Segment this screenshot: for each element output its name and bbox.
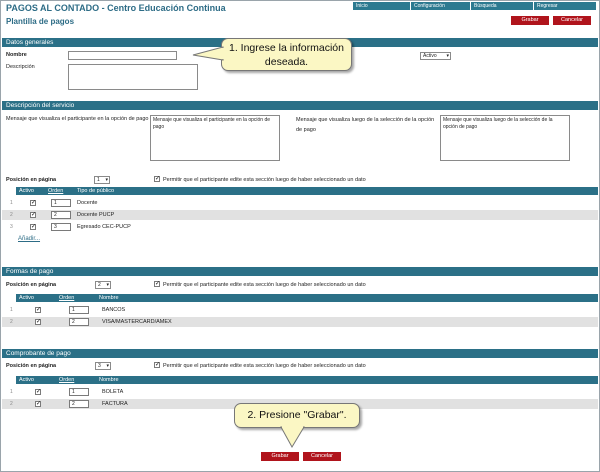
chevron-down-icon: ▾ xyxy=(106,363,109,369)
chevron-down-icon: ▾ xyxy=(105,177,108,183)
name-label: Nombre xyxy=(6,52,27,58)
save-button-top[interactable]: Grabar xyxy=(511,16,549,25)
section-receipt-header: Comprobante de pago xyxy=(2,349,598,358)
row-active-checkbox[interactable]: ✓ xyxy=(35,401,41,407)
table-row: 2 ✓ 2 VISA/MASTERCARD/AMEX xyxy=(2,317,598,327)
nav-inicio[interactable]: Inicio xyxy=(353,2,410,10)
col-name: Nombre xyxy=(99,377,119,383)
msg-after-textarea[interactable]: Mensaje que visualiza luego de la selecc… xyxy=(440,115,570,161)
row-label: BANCOS xyxy=(102,307,126,313)
row-active-checkbox[interactable]: ✓ xyxy=(35,307,41,313)
row-active-checkbox[interactable]: ✓ xyxy=(35,389,41,395)
save-button-bottom[interactable]: Grabar xyxy=(261,452,299,461)
row-order-input[interactable]: 1 xyxy=(69,388,89,396)
callout-step-1-line2: deseada. xyxy=(264,56,309,68)
col-order[interactable]: Orden xyxy=(48,187,63,195)
receipt-position-label: Posición en página xyxy=(6,363,57,369)
col-active: Activo xyxy=(19,295,34,301)
col-active: Activo xyxy=(19,377,34,383)
row-order-input[interactable]: 3 xyxy=(51,223,71,231)
row-label: Docente PUCP xyxy=(77,212,115,218)
col-order[interactable]: Orden xyxy=(59,376,74,384)
row-number: 1 xyxy=(10,200,13,206)
payment-allow-edit-label: Permitir que el participante edite esta … xyxy=(163,282,366,288)
row-label: FACTURA xyxy=(102,401,128,407)
service-allow-edit-label: Permitir que el participante edite esta … xyxy=(163,177,366,183)
row-number: 3 xyxy=(10,224,13,230)
cancel-button-top[interactable]: Cancelar xyxy=(553,16,591,25)
msg-after-label: Mensaje que visualiza luego de la selecc… xyxy=(296,117,435,133)
row-label: Egresado CEC-PUCP xyxy=(77,224,131,230)
row-label: BOLETA xyxy=(102,389,124,395)
callout-step-1: 1. Ingrese la información deseada. xyxy=(221,38,352,71)
row-order-input[interactable]: 1 xyxy=(69,306,89,314)
row-active-checkbox[interactable]: ✓ xyxy=(30,224,36,230)
table-row: 1 ✓ 1 BANCOS xyxy=(2,305,598,315)
callout-step-2-pointer xyxy=(280,426,305,448)
payment-position-value: 2 xyxy=(98,282,101,288)
row-active-checkbox[interactable]: ✓ xyxy=(30,212,36,218)
table-row: 1 ✓ 1 BOLETA xyxy=(2,387,598,397)
row-number: 1 xyxy=(10,307,13,313)
msg-payment-label: Mensaje que visualiza el participante en… xyxy=(6,116,149,122)
payment-position-select[interactable]: 2 ▾ xyxy=(95,281,111,289)
row-order-input[interactable]: 1 xyxy=(51,199,71,207)
receipt-allow-edit-label: Permitir que el participante edite esta … xyxy=(163,363,366,369)
cancel-button-bottom[interactable]: Cancelar xyxy=(303,452,341,461)
service-allow-edit-checkbox[interactable]: ✓ xyxy=(154,176,160,182)
name-input[interactable] xyxy=(68,51,177,60)
receipt-position-value: 3 xyxy=(98,363,101,369)
table-row: 2 ✓ 2 Docente PUCP xyxy=(2,210,598,220)
row-active-checkbox[interactable]: ✓ xyxy=(30,200,36,206)
receipt-position-select[interactable]: 3 ▾ xyxy=(95,362,111,370)
chevron-down-icon: ▾ xyxy=(446,53,449,59)
row-number: 2 xyxy=(10,212,13,218)
nav-busqueda[interactable]: Búsqueda xyxy=(471,2,533,10)
col-name: Nombre xyxy=(99,295,119,301)
msg-payment-textarea[interactable]: Mensaje que visualiza el participante en… xyxy=(150,115,280,161)
callout-step-1-line1: 1. Ingrese la información xyxy=(229,42,344,54)
table-row: 1 ✓ 1 Docente xyxy=(2,198,598,208)
row-number: 2 xyxy=(10,401,13,407)
callout-step-2: 2. Presione "Grabar". xyxy=(234,403,360,428)
chevron-down-icon: ▾ xyxy=(106,282,109,288)
row-number: 1 xyxy=(10,389,13,395)
payment-allow-edit-checkbox[interactable]: ✓ xyxy=(154,281,160,287)
service-table-header: Activo Orden Tipo de público xyxy=(16,187,598,195)
col-type: Tipo de público xyxy=(77,188,115,194)
col-active: Activo xyxy=(19,188,34,194)
status-select-value: Activo xyxy=(423,53,437,59)
service-position-select[interactable]: 1 ▾ xyxy=(94,176,110,184)
row-active-checkbox[interactable]: ✓ xyxy=(35,319,41,325)
table-row: 3 ✓ 3 Egresado CEC-PUCP xyxy=(2,222,598,232)
nav-regresar[interactable]: Regresar xyxy=(534,2,596,10)
row-label: Docente xyxy=(77,200,98,206)
add-link[interactable]: Añadir... xyxy=(18,236,40,242)
col-order[interactable]: Orden xyxy=(59,294,74,302)
description-label: Descripción xyxy=(6,64,35,70)
status-select[interactable]: Activo ▾ xyxy=(420,52,451,60)
nav-configuracion[interactable]: Configuración xyxy=(411,2,470,10)
row-number: 2 xyxy=(10,319,13,325)
page-title: Plantilla de pagos xyxy=(6,17,75,26)
section-service-header: Descripción del servicio xyxy=(2,101,598,110)
description-textarea[interactable] xyxy=(68,64,198,90)
row-order-input[interactable]: 2 xyxy=(51,211,71,219)
receipt-allow-edit-checkbox[interactable]: ✓ xyxy=(154,362,160,368)
row-order-input[interactable]: 2 xyxy=(69,318,89,326)
payment-position-label: Posición en página xyxy=(6,282,57,288)
section-payment-forms-header: Formas de pago xyxy=(2,267,598,276)
app-title: PAGOS AL CONTADO - Centro Educación Cont… xyxy=(6,3,226,13)
service-position-value: 1 xyxy=(97,177,100,183)
service-position-label: Posición en página xyxy=(6,177,57,183)
callout-step-1-pointer xyxy=(192,46,224,61)
top-nav: Inicio Configuración Búsqueda Regresar xyxy=(353,2,597,10)
row-order-input[interactable]: 2 xyxy=(69,400,89,408)
row-label: VISA/MASTERCARD/AMEX xyxy=(102,319,172,325)
payment-table-header: Activo Orden Nombre xyxy=(16,294,598,302)
receipt-table-header: Activo Orden Nombre xyxy=(16,376,598,384)
